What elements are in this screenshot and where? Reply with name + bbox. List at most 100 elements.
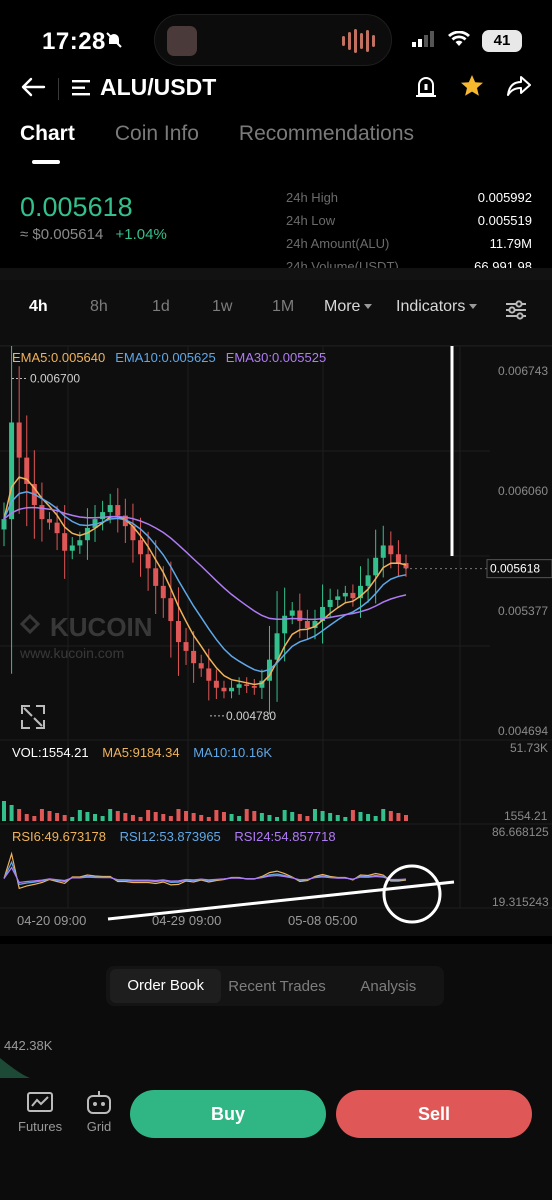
candle [39, 505, 45, 520]
dynamic-island[interactable] [154, 14, 392, 66]
candle [168, 598, 174, 622]
candle [16, 422, 22, 458]
timeframe-bar: 4h 8h 1d 1w 1M More Indicators [0, 280, 552, 346]
candlestick-chart[interactable]: KUCOIN www.kucoin.com 0.005618 0.006700 … [0, 346, 552, 936]
volume-bar [267, 815, 272, 821]
candle [198, 663, 204, 669]
more-dropdown[interactable]: More [324, 298, 373, 316]
x-tick-label: 05-08 05:00 [288, 913, 357, 928]
tab-recommendations[interactable]: Recommendations [239, 122, 414, 164]
indicators-label: Indicators [396, 298, 466, 315]
volume-bar [138, 817, 143, 821]
rsi-axis-bottom: 19.315243 [492, 895, 549, 909]
rsi-axis-top: 86.668125 [492, 825, 549, 839]
volume-bar [24, 814, 29, 821]
segment-order-book[interactable]: Order Book [110, 969, 222, 1003]
volume-bar [381, 809, 386, 821]
signal-icon [412, 30, 436, 52]
volume-bar [350, 810, 355, 821]
fiat-price-row: ≈ $0.005614 +1.04% [20, 226, 167, 243]
indicators-dropdown[interactable]: Indicators [396, 298, 478, 316]
candle [1, 519, 7, 530]
tab-chart[interactable]: Chart [20, 122, 75, 164]
volume-bar [320, 811, 325, 821]
volume-bar [297, 814, 302, 821]
y-tick-label: 0.006743 [498, 364, 548, 378]
menu-list-icon[interactable] [72, 79, 92, 102]
segment-recent-trades[interactable]: Recent Trades [221, 978, 332, 995]
rsi6-line [3, 851, 407, 890]
candle [327, 599, 333, 607]
volume-bar [153, 812, 158, 821]
candle [335, 596, 341, 600]
candle [251, 686, 257, 688]
volume-bar [100, 816, 105, 821]
volume-bar [93, 814, 98, 821]
chevron-down-icon [469, 304, 478, 310]
watermark-text: KUCOIN [50, 612, 153, 642]
volume-bar [123, 813, 128, 821]
volume-bar [191, 813, 196, 821]
volume-bar [146, 810, 151, 821]
y-tick-label: 0.005377 [498, 604, 548, 618]
stat-value: 0.005992 [477, 190, 532, 205]
chart-settings-icon[interactable] [504, 300, 528, 325]
volume-bar [343, 817, 348, 821]
back-arrow-icon[interactable] [20, 76, 46, 103]
stat-value: 11.79M [489, 236, 532, 251]
volume-bar [358, 812, 363, 821]
volume-bar [373, 816, 378, 821]
annotation-trendline [107, 880, 455, 921]
candle [244, 684, 250, 687]
vol-axis-bottom: 1554.21 [504, 809, 548, 823]
current-price-label: 0.005618 [490, 562, 540, 576]
futures-button[interactable]: Futures [18, 1090, 62, 1134]
grid-label: Grid [86, 1119, 112, 1134]
ema-legend: EMA5:0.005640 EMA10:0.005625 EMA30:0.005… [12, 350, 326, 365]
volume-bar [305, 816, 310, 821]
candle [395, 554, 401, 564]
low-marker: 0.004780 [226, 709, 276, 723]
candle [236, 684, 242, 688]
volume-bar [252, 811, 257, 821]
volume-bar [275, 817, 280, 821]
candle [145, 554, 151, 569]
timeframe-1m[interactable]: 1M [272, 298, 294, 316]
candle [365, 575, 371, 586]
timeframe-1d[interactable]: 1d [152, 298, 170, 316]
stat-24h-low: 24h Low 0.005519 [286, 213, 532, 236]
price-alert-icon[interactable] [414, 74, 438, 105]
favorite-star-icon[interactable] [459, 73, 485, 104]
kucoin-watermark: KUCOIN www.kucoin.com [19, 612, 153, 661]
vol-legend: VOL:1554.21 MA5:9184.34 MA10:10.16K [12, 745, 272, 760]
volume-bar [237, 816, 242, 821]
kline-chart[interactable]: KUCOIN www.kucoin.com 0.005618 0.006700 … [0, 346, 552, 936]
grid-button[interactable]: Grid [84, 1090, 114, 1134]
volume-bar [282, 810, 287, 821]
volume-bar [55, 813, 60, 821]
timeframe-8h[interactable]: 8h [90, 298, 108, 316]
share-icon[interactable] [506, 74, 532, 103]
volume-bar [328, 813, 333, 821]
sell-button[interactable]: Sell [336, 1090, 532, 1138]
tab-coin-info[interactable]: Coin Info [115, 122, 199, 164]
volume-bar [130, 815, 135, 821]
candle [229, 687, 235, 692]
buy-button[interactable]: Buy [130, 1090, 326, 1138]
y-tick-label: 0.004694 [498, 724, 548, 738]
candle [191, 650, 197, 664]
timeframe-4h[interactable]: 4h [29, 298, 48, 316]
volume-bar [85, 812, 90, 821]
candle [62, 533, 68, 551]
pair-title[interactable]: ALU/USDT [100, 74, 216, 101]
nav-bar: ALU/USDT [0, 64, 552, 110]
stat-label: 24h Low [286, 213, 336, 228]
timeframe-1w[interactable]: 1w [212, 298, 232, 316]
segment-analysis[interactable]: Analysis [333, 978, 444, 995]
volume-bar [115, 811, 120, 821]
ema5-label: EMA5:0.005640 [12, 350, 106, 365]
volume-bar [366, 814, 371, 821]
x-tick-label: 04-29 09:00 [152, 913, 221, 928]
fullscreen-icon[interactable] [21, 705, 45, 729]
audio-waveform-icon [342, 29, 375, 53]
